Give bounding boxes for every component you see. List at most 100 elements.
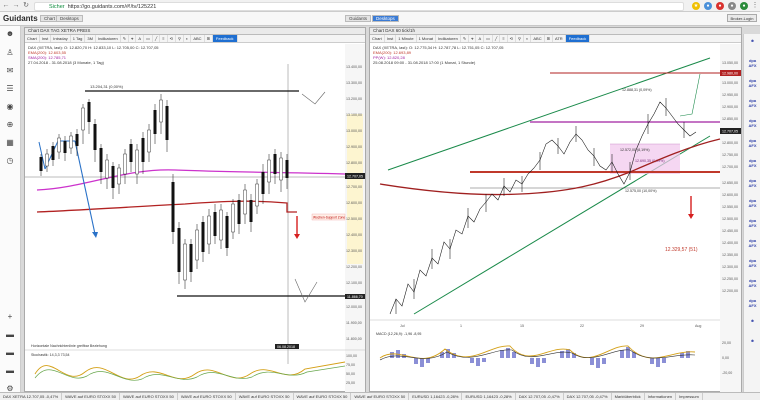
toolbar-range[interactable]: 1 Monat (417, 35, 437, 42)
target-arrow-head (688, 214, 694, 219)
globe-icon[interactable]: ⊕ (5, 120, 15, 130)
ticker-item[interactable]: DAX 12.707,05 -0,47% (564, 393, 612, 400)
news-icon[interactable]: dpa AFX (746, 58, 759, 71)
chart-icon[interactable]: ▦ (5, 138, 15, 148)
footer-link[interactable]: Informationen (645, 393, 677, 400)
ticker-item[interactable]: WAVE auf EURO STOXX 50 (351, 393, 410, 400)
news-icon[interactable]: dpa AFX (746, 118, 759, 131)
indicator-caption: Horizontale Nachrichtenlinie greifbar Be… (31, 344, 107, 348)
top-level-label: 13.204,31 (0,00%) (90, 84, 124, 89)
toolbar-chart[interactable]: Chart (25, 35, 40, 42)
target-arrow-head (294, 234, 300, 239)
ticker-item[interactable]: EURUSD 1,16423 -0,28% (462, 393, 516, 400)
toolbar-indicators[interactable]: Indikatoren (436, 35, 461, 42)
address-bar[interactable]: Sicher https://go.guidants.com/#!/tv/1252… (34, 1, 684, 11)
price-tick: 12.300,00 (722, 265, 738, 269)
avatar-icon[interactable]: ☻ (746, 338, 759, 351)
news-icon[interactable]: dpa AFX (746, 298, 759, 311)
price-tick: 12.500,00 (346, 217, 362, 221)
news-icon[interactable]: dpa AFX (746, 278, 759, 291)
tab-guidants[interactable]: Guidants (345, 15, 372, 22)
star-icon[interactable]: ★ (692, 2, 700, 10)
mid-label: 12.572,00 (8,19%) (620, 148, 650, 152)
ticker-item[interactable]: WAVE auf EURO STOXX 50 (62, 393, 120, 400)
news-icon[interactable]: dpa AFX (746, 98, 759, 111)
user-avatar-icon[interactable]: ☻ (5, 29, 15, 39)
news-icon[interactable]: dpa AFX (746, 238, 759, 251)
back-icon[interactable]: ← (2, 2, 10, 10)
list-icon[interactable]: ☰ (5, 84, 15, 94)
extension-icon[interactable]: ● (704, 2, 712, 10)
right-chart-canvas[interactable]: 12.980,00 12.690,35 (0,09%) 12.575,00 (1… (370, 44, 741, 392)
price-tick: 12.100,00 (346, 281, 362, 285)
price-tick: 12.400,00 (346, 233, 362, 237)
price-tick: 12.450,00 (722, 229, 738, 233)
clock-icon[interactable]: ◷ (5, 156, 15, 166)
ticker-item[interactable]: WAVE auf EURO STOXX 50 (178, 393, 236, 400)
folder-icon[interactable]: ▬ (5, 348, 15, 358)
price-tick: 12.350,00 (722, 253, 738, 257)
reload-icon[interactable]: ↻ (22, 2, 30, 10)
ticker-item[interactable]: EURUSD 1,16423 -0,28% (409, 393, 463, 400)
price-tick: 12.000,00 (346, 305, 362, 309)
news-icon[interactable]: dpa AFX (746, 258, 759, 271)
news-icon[interactable]: dpa AFX (746, 218, 759, 231)
news-icon[interactable]: dpa AFX (746, 158, 759, 171)
ind-tick: 25,00 (346, 381, 355, 385)
toolbar-period[interactable]: 1 Tag (71, 35, 86, 42)
news-icon[interactable]: dpa AFX (746, 78, 759, 91)
add-icon[interactable]: + (5, 312, 15, 322)
right-x-axis: Jul 1 15 22 29 Aug (400, 324, 701, 328)
price-tick: 12.650,00 (722, 181, 738, 185)
eye-icon[interactable]: ◉ (5, 102, 15, 112)
left-chart-toolbar: Chart Inst Intraday 1 Tag 3M Indikatoren ✎ ⌖ A ▭ ╱… (25, 35, 365, 43)
toolbar-instrument[interactable]: Inst (385, 35, 397, 42)
price-tick: 12.200,00 (346, 265, 362, 269)
user-icon[interactable]: ♙ (5, 48, 15, 58)
avatar-icon[interactable]: ☻ (746, 38, 759, 51)
folder-icon[interactable]: ▬ (5, 366, 15, 376)
ticker-item[interactable]: WAVE auf EURO STOXX 50 (294, 393, 352, 400)
news-icon[interactable]: dpa AFX (746, 138, 759, 151)
chat-icon[interactable]: ✉ (5, 66, 15, 76)
tab-desktops[interactable]: Desktops (56, 15, 83, 22)
extension-icon[interactable]: ● (728, 2, 736, 10)
price-tick: 12.200,00 (722, 289, 738, 293)
price-tick: 12.750,00 (722, 153, 738, 157)
ticker-item[interactable]: WAVE auf EURO STOXX 50 (236, 393, 294, 400)
browser-toolbar: ← → ↻ Sicher https://go.guidants.com/#!/t… (0, 0, 760, 12)
adblock-icon[interactable]: ● (716, 2, 724, 10)
menu-icon[interactable]: ⋮ (751, 2, 759, 10)
tab-desktops-active[interactable]: Desktops (372, 15, 399, 22)
news-icon[interactable]: dpa AFX (746, 198, 759, 211)
footer-link[interactable]: Impressum (676, 393, 703, 400)
toolbar-interval[interactable]: 1 Minute (396, 35, 417, 42)
ticker-item[interactable]: WAVE auf EURO STOXX 50 (120, 393, 178, 400)
ind-tick: 75,00 (346, 363, 355, 367)
price-tick: 12.800,00 (346, 161, 362, 165)
left-sidebar: ☻ ♙ ✉ ☰ ◉ ⊕ ▦ ◷ + ▬ ▬ ▬ ⚙ (0, 26, 21, 400)
footer-link[interactable]: Marktüberblick (612, 393, 645, 400)
feedback-button[interactable]: Feedback (212, 35, 238, 42)
ticker-item[interactable]: DAX 12.707,05 -0,47% (516, 393, 564, 400)
forward-icon[interactable]: → (12, 2, 20, 10)
extension-icon[interactable]: ● (740, 2, 748, 10)
feedback-button[interactable]: Feedback (565, 35, 591, 42)
news-icon[interactable]: dpa AFX (746, 178, 759, 191)
toolbar-chart[interactable]: Chart (370, 35, 385, 42)
price-tick: 12.500,00 (722, 217, 738, 221)
price-tick: 12.400,00 (722, 241, 738, 245)
toolbar-range[interactable]: 3M (85, 35, 96, 42)
folder-icon[interactable]: ▬ (5, 330, 15, 340)
broker-login-button[interactable]: Broker-Login (727, 14, 757, 22)
ind-tick: 100,00 (346, 354, 357, 358)
toolbar-instrument[interactable]: Inst (40, 35, 52, 42)
avatar-icon[interactable]: ☻ (746, 318, 759, 331)
price-tick: 13.200,00 (346, 97, 362, 101)
ticker-item[interactable]: DAX XETRA 12.707,05 -0,47% (0, 393, 63, 400)
app-logo: Guidants (3, 14, 38, 23)
toolbar-indicators[interactable]: Indikatoren (96, 35, 121, 42)
toolbar-intraday[interactable]: Intraday (51, 35, 71, 42)
price-tick: 13.100,00 (346, 113, 362, 117)
left-chart-canvas[interactable]: 13.204,31 (0,00%) Wochen-Support Zone 13… (25, 44, 365, 392)
